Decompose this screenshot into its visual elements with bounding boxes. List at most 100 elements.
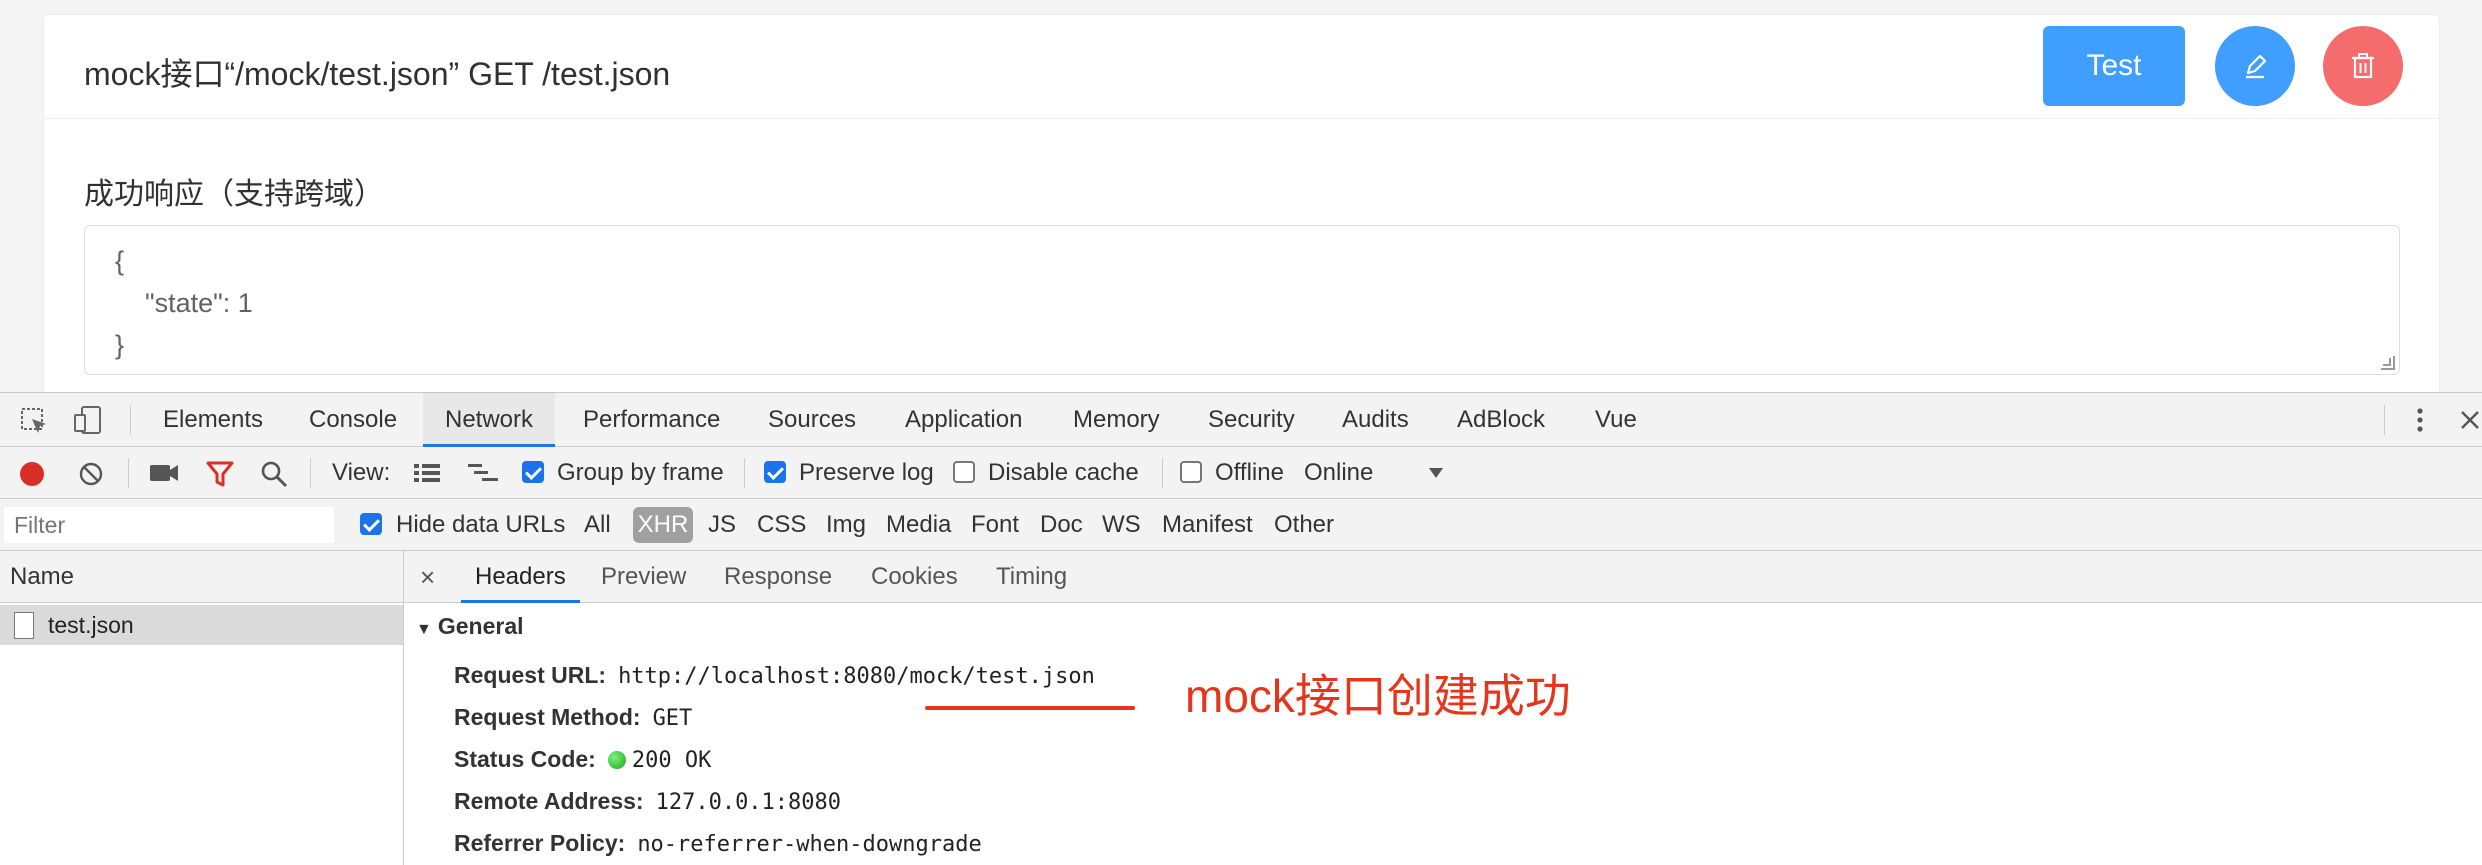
filter-input[interactable] xyxy=(4,507,334,543)
json-response-textarea[interactable]: { "state": 1 } xyxy=(84,225,2400,375)
filter-type-css[interactable]: CSS xyxy=(757,499,806,551)
referrer-policy-row: Referrer Policy: no-referrer-when-downgra… xyxy=(454,823,982,863)
screenshot-camera-icon[interactable] xyxy=(148,462,180,484)
mock-card: mock接口“/mock/test.json” GET /test.json T… xyxy=(43,14,2440,414)
annotation-text: mock接口创建成功 xyxy=(1185,670,1571,722)
request-list: Name test.json xyxy=(0,551,404,865)
request-method-row: Request Method: GET xyxy=(454,697,692,737)
card-title: mock接口“/mock/test.json” GET /test.json xyxy=(84,56,671,92)
tab-network[interactable]: Network xyxy=(423,393,556,447)
preserve-log-label: Preserve log xyxy=(799,459,934,486)
filter-type-img[interactable]: Img xyxy=(826,499,866,551)
json-line: { xyxy=(115,246,125,276)
remote-address-row: Remote Address: 127.0.0.1:8080 xyxy=(454,781,841,821)
tab-headers[interactable]: Headers xyxy=(461,551,580,603)
divider xyxy=(128,458,129,488)
filter-type-js[interactable]: JS xyxy=(708,499,736,551)
filter-type-media[interactable]: Media xyxy=(886,499,951,551)
devtools-tabbar: Elements Console Network Performance Sou… xyxy=(0,393,2482,447)
request-url-row: Request URL: http://localhost:8080/mock/t… xyxy=(454,655,1095,695)
general-section-toggle[interactable]: ▼ General xyxy=(416,613,524,640)
waterfall-overview-icon[interactable] xyxy=(466,462,500,484)
section-label: 成功响应（支持跨域） xyxy=(84,178,384,211)
request-method-label: Request Method: xyxy=(454,704,641,730)
tab-timing[interactable]: Timing xyxy=(996,551,1067,603)
tab-response[interactable]: Response xyxy=(724,551,832,603)
hide-data-urls-checkbox[interactable] xyxy=(360,513,382,535)
device-toolbar-icon[interactable] xyxy=(72,405,104,435)
record-icon[interactable] xyxy=(18,460,46,488)
name-column-header[interactable]: Name xyxy=(0,551,403,603)
group-by-frame-label: Group by frame xyxy=(557,459,724,486)
status-code-label: Status Code: xyxy=(454,746,596,772)
divider xyxy=(130,405,131,435)
view-label: View: xyxy=(332,459,391,486)
trash-icon xyxy=(2352,53,2374,79)
test-button[interactable]: Test xyxy=(2043,26,2185,106)
status-code-value: 200 OK xyxy=(631,748,712,773)
close-detail-icon[interactable]: × xyxy=(420,551,435,603)
divider xyxy=(1162,458,1163,488)
filter-type-other[interactable]: Other xyxy=(1274,499,1334,551)
filter-type-doc[interactable]: Doc xyxy=(1040,499,1083,551)
tab-elements[interactable]: Elements xyxy=(163,393,263,447)
delete-button[interactable] xyxy=(2323,26,2403,106)
tab-cookies[interactable]: Cookies xyxy=(871,551,958,603)
card-header: mock接口“/mock/test.json” GET /test.json T… xyxy=(44,15,2439,119)
detail-tabbar: × Headers Preview Response Cookies Timin… xyxy=(404,551,2482,603)
filter-type-all[interactable]: All xyxy=(584,499,611,551)
devtools-panel: Elements Console Network Performance Sou… xyxy=(0,392,2482,865)
request-row[interactable]: test.json xyxy=(0,605,403,645)
referrer-policy-label: Referrer Policy: xyxy=(454,830,626,856)
divider xyxy=(744,458,745,488)
app-area: mock接口“/mock/test.json” GET /test.json T… xyxy=(0,0,2482,414)
offline-checkbox[interactable] xyxy=(1180,461,1202,483)
tab-security[interactable]: Security xyxy=(1208,393,1295,447)
network-toolbar: View: Group by frame Preserve log Disabl… xyxy=(0,447,2482,499)
tab-performance[interactable]: Performance xyxy=(583,393,720,447)
preserve-log-checkbox[interactable] xyxy=(764,461,786,483)
more-options-icon[interactable] xyxy=(2410,405,2430,435)
edit-icon xyxy=(2246,54,2267,79)
divider xyxy=(310,458,311,488)
status-code-row: Status Code: 200 OK xyxy=(454,739,711,779)
disable-cache-label: Disable cache xyxy=(988,459,1139,486)
resize-handle[interactable] xyxy=(2381,356,2395,370)
tab-vue[interactable]: Vue xyxy=(1595,393,1637,447)
remote-address-value: 127.0.0.1:8080 xyxy=(655,790,842,815)
tab-sources[interactable]: Sources xyxy=(768,393,856,447)
edit-button[interactable] xyxy=(2215,26,2295,106)
tab-adblock[interactable]: AdBlock xyxy=(1457,393,1545,447)
general-title: General xyxy=(437,613,524,639)
search-icon[interactable] xyxy=(260,460,288,488)
offline-label: Offline xyxy=(1215,459,1284,486)
tab-audits[interactable]: Audits xyxy=(1342,393,1409,447)
filter-type-manifest[interactable]: Manifest xyxy=(1162,499,1253,551)
group-by-frame-checkbox[interactable] xyxy=(522,461,544,483)
tab-preview[interactable]: Preview xyxy=(601,551,686,603)
request-url-label: Request URL: xyxy=(454,662,607,688)
throttle-select[interactable]: Online xyxy=(1304,447,1373,499)
close-devtools-icon[interactable] xyxy=(2458,407,2480,433)
tab-memory[interactable]: Memory xyxy=(1073,393,1160,447)
chevron-down-icon[interactable] xyxy=(1428,467,1444,479)
remote-address-label: Remote Address: xyxy=(454,788,644,814)
tab-application[interactable]: Application xyxy=(905,393,1022,447)
json-line: "state": 1 xyxy=(145,288,253,318)
hide-data-urls-label: Hide data URLs xyxy=(396,511,566,538)
tab-console[interactable]: Console xyxy=(309,393,397,447)
inspect-element-icon[interactable] xyxy=(20,407,48,435)
filter-type-xhr[interactable]: XHR xyxy=(633,507,693,543)
filter-bar: Hide data URLs All XHR JS CSS Img Media … xyxy=(0,499,2482,551)
filter-type-font[interactable]: Font xyxy=(971,499,1019,551)
divider xyxy=(2384,405,2385,435)
status-ok-icon xyxy=(607,751,626,769)
filter-funnel-icon[interactable] xyxy=(205,460,235,488)
clear-icon[interactable] xyxy=(77,460,105,488)
disable-cache-checkbox[interactable] xyxy=(953,461,975,483)
large-rows-icon[interactable] xyxy=(412,462,442,484)
file-icon xyxy=(14,612,34,639)
filter-type-ws[interactable]: WS xyxy=(1102,499,1141,551)
request-url-value: http://localhost:8080/mock/test.json xyxy=(618,664,1095,689)
annotation-underline xyxy=(925,706,1135,710)
